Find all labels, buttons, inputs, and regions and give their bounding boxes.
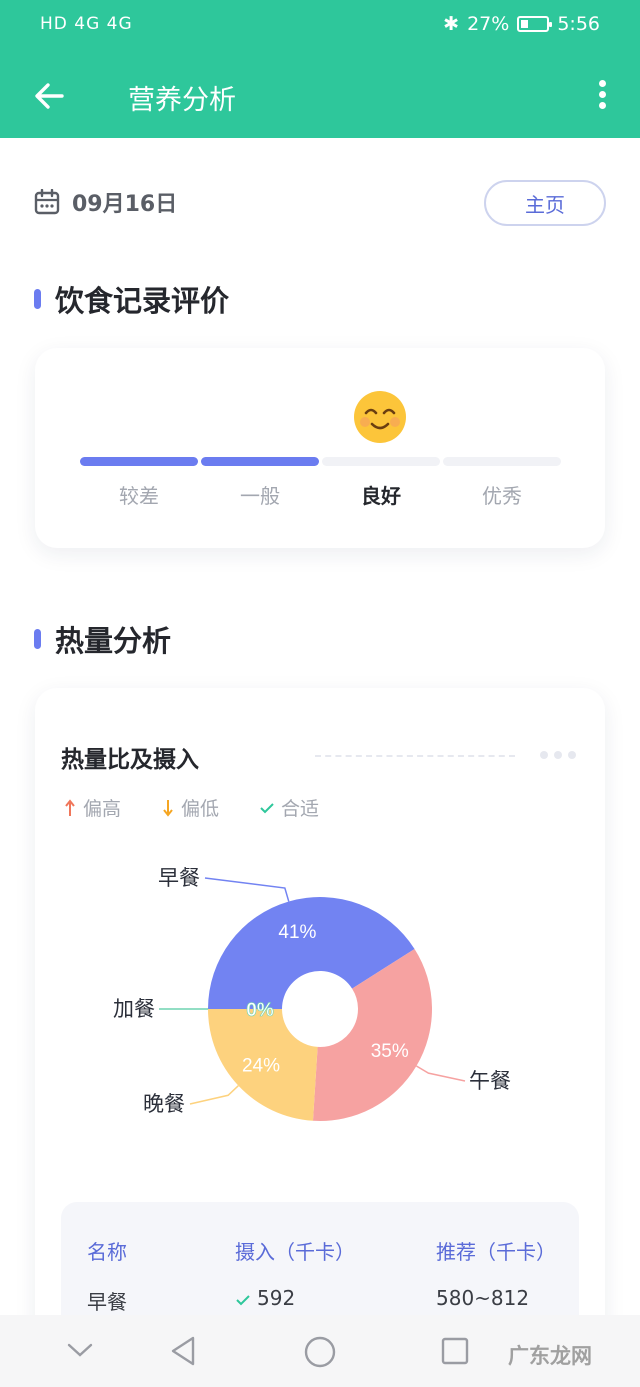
section-marker bbox=[34, 289, 41, 309]
table-header-recommend: 推荐（千卡） bbox=[436, 1240, 556, 1264]
clock: 5:56 bbox=[557, 13, 600, 35]
table-cell-recommend: 580~812 bbox=[436, 1286, 530, 1310]
home-circle-icon[interactable] bbox=[303, 1335, 337, 1369]
slice-category-label: 晚餐 bbox=[143, 1093, 185, 1116]
check-icon bbox=[236, 1294, 250, 1305]
rating-label-fair: 一般 bbox=[240, 484, 280, 508]
slice-category-label: 午餐 bbox=[469, 1070, 511, 1093]
back-arrow-icon[interactable] bbox=[30, 76, 70, 116]
rating-label-poor: 较差 bbox=[119, 484, 159, 508]
rating-segment bbox=[80, 457, 198, 466]
battery-percent: 27% bbox=[467, 13, 510, 35]
watermark-logo: 广东龙网 bbox=[508, 1344, 592, 1368]
battery-icon bbox=[517, 16, 553, 32]
calendar-icon bbox=[34, 189, 60, 215]
smiley-face-icon bbox=[354, 391, 406, 443]
page-title: 营养分析 bbox=[128, 85, 236, 116]
rating-segment bbox=[201, 457, 319, 466]
home-button[interactable]: 主页 bbox=[484, 180, 606, 226]
leader-line bbox=[204, 877, 290, 902]
slice-category-label: 加餐 bbox=[113, 998, 155, 1021]
section-calorie: 热量分析 bbox=[34, 618, 171, 660]
recents-square-icon[interactable] bbox=[440, 1336, 470, 1366]
rating-label-excellent: 优秀 bbox=[482, 484, 522, 508]
section-marker bbox=[34, 629, 41, 649]
section-title: 热量分析 bbox=[55, 624, 172, 658]
calorie-donut-chart: 41% 早餐 35% 午餐 24% 晚餐 0% 加餐 bbox=[113, 867, 511, 1121]
back-triangle-icon[interactable] bbox=[168, 1335, 198, 1367]
slice-percent-label: 0% bbox=[246, 1000, 274, 1021]
rating-segment bbox=[322, 457, 440, 466]
network-indicators: HD 4G 4G bbox=[40, 14, 133, 34]
leader-line bbox=[416, 1065, 466, 1082]
status-bar: HD 4G 4G ✱ 27% 5:56 bbox=[0, 0, 640, 52]
table-header-intake: 摄入（千卡） bbox=[235, 1240, 355, 1264]
section-title: 饮食记录评价 bbox=[55, 284, 230, 318]
slice-category-label: 早餐 bbox=[158, 867, 200, 890]
section-diet-eval: 饮食记录评价 bbox=[34, 278, 229, 320]
table-header-name: 名称 bbox=[87, 1240, 127, 1264]
app-header: HD 4G 4G ✱ 27% 5:56 营养分析 bbox=[0, 0, 640, 138]
table-cell-name: 早餐 bbox=[87, 1290, 127, 1314]
slice-percent-label: 35% bbox=[371, 1041, 409, 1062]
rating-segment bbox=[443, 457, 561, 466]
slice-percent-label: 24% bbox=[242, 1055, 280, 1076]
chevron-down-icon[interactable] bbox=[66, 1341, 94, 1359]
rating-card: 较差 一般 良好 优秀 bbox=[35, 348, 605, 548]
date-display: 09月16日 bbox=[34, 186, 177, 218]
leader-line bbox=[189, 1085, 239, 1105]
bluetooth-icon: ✱ bbox=[443, 13, 460, 35]
date-text: 09月16日 bbox=[72, 192, 178, 217]
table-cell-intake: 592 bbox=[235, 1286, 295, 1310]
more-menu-icon[interactable] bbox=[596, 80, 608, 110]
slice-percent-label: 41% bbox=[278, 922, 316, 943]
calorie-card: 热量比及摄入 偏高 偏低 合适 41% 早餐 35% 午餐 24% 晚餐 0% 加餐 名称 摄… bbox=[35, 688, 605, 1387]
rating-label-good: 良好 bbox=[361, 484, 401, 508]
